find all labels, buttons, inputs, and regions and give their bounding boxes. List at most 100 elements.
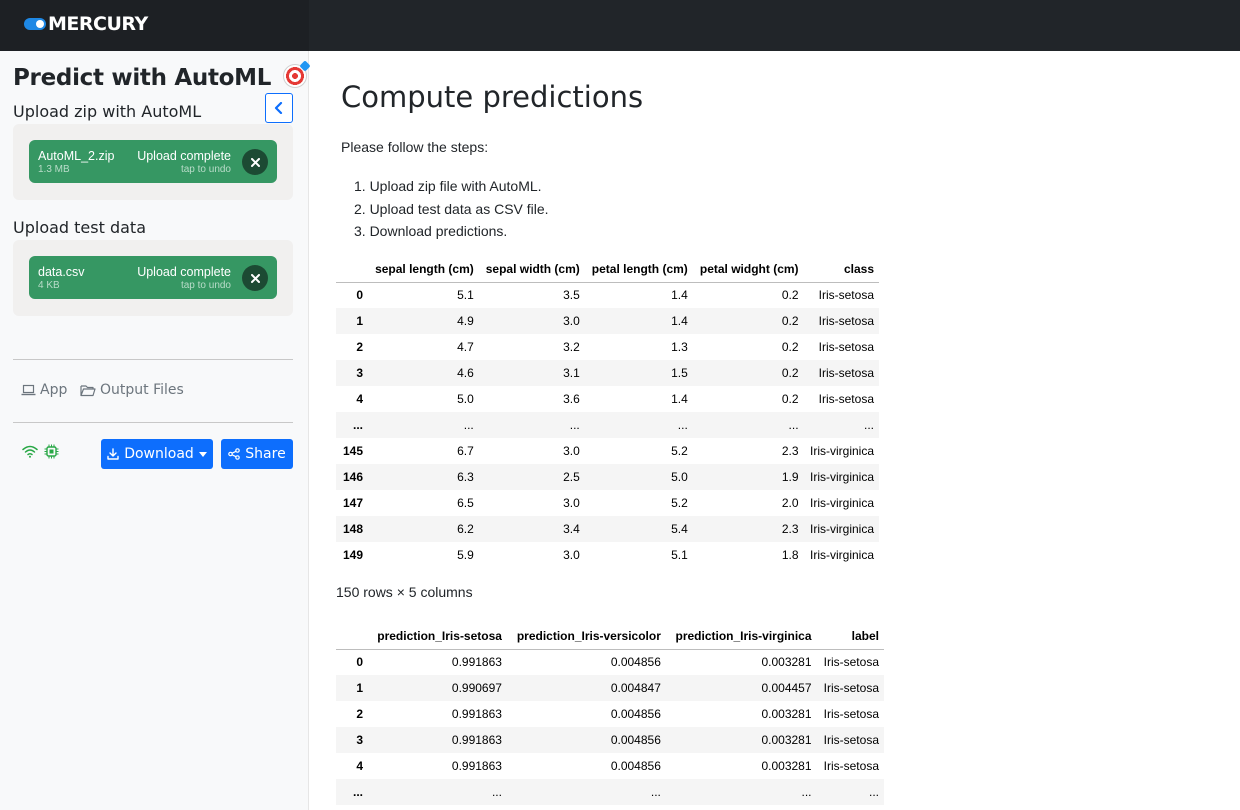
step-item: 2. Upload test data as CSV file. (354, 200, 549, 217)
table-cell: Iris-setosa (818, 340, 874, 354)
table-cell: ... (801, 785, 812, 799)
row-index: 1 (356, 681, 363, 695)
table-cell: 0.991863 (451, 707, 502, 721)
table-cell: 1.3 (671, 340, 688, 354)
row-index: 147 (342, 496, 363, 510)
upload-test-dropzone[interactable]: data.csv 4 KB Upload complete tap to und… (13, 240, 293, 316)
table-cell: 0.2 (781, 366, 799, 380)
table-cell: ... (788, 418, 799, 432)
table-header-row: sepal length (cm) sepal width (cm) petal… (336, 256, 879, 283)
cpu-icon (44, 444, 59, 459)
table-cell: Iris-setosa (823, 759, 879, 773)
upload-zip-dropzone[interactable]: AutoML_2.zip 1.3 MB Upload complete tap … (13, 124, 293, 200)
table-cell: Iris-setosa (823, 655, 879, 670)
upload-status: Upload complete (137, 265, 231, 279)
column-header (336, 256, 368, 283)
page-title: Compute predictions (341, 80, 644, 114)
table-cell: Iris-setosa (823, 733, 879, 747)
table-cell: 1.9 (781, 470, 799, 484)
table-cell: 0.004856 (610, 733, 661, 747)
top-navbar: MERCURY (0, 0, 1240, 51)
table-cell: 3.2 (563, 340, 580, 354)
table-cell: 0.990697 (451, 681, 502, 695)
table-cell: 0.2 (781, 314, 799, 328)
table-row: 4 5.0 3.6 1.4 0.2 Iris-setosa (336, 386, 879, 412)
table-cell: 4.9 (457, 314, 474, 328)
table-cell: 3.5 (563, 288, 580, 303)
row-index: 4 (356, 392, 363, 406)
collapse-sidebar-button[interactable] (265, 93, 293, 123)
output-files-label: Output Files (100, 382, 184, 398)
table-cell: 4.6 (457, 366, 474, 380)
table-cell: ... (863, 418, 874, 432)
brand-area: MERCURY (0, 0, 309, 51)
table-cell: Iris-virginica (809, 522, 874, 536)
share-button[interactable]: Share (221, 439, 293, 469)
table-cell: 0.003281 (761, 733, 812, 747)
table-cell: ... (650, 785, 661, 799)
brand[interactable]: MERCURY (24, 13, 148, 35)
table-row: 3 0.991863 0.004856 0.003281 Iris-setosa (336, 727, 884, 753)
table-cell: Iris-setosa (818, 314, 874, 328)
predictions-table: prediction_Iris-setosa prediction_Iris-v… (336, 623, 884, 805)
remove-file-button[interactable] (242, 149, 268, 175)
app-link[interactable]: App (21, 382, 67, 398)
table-shape-note: 150 rows × 5 columns (336, 584, 473, 600)
sidebar-title: Predict with AutoML (13, 64, 307, 91)
file-size: 4 KB (38, 280, 60, 291)
table-row: 1 0.990697 0.004847 0.004457 Iris-setosa (336, 675, 884, 701)
table-row: 147 6.5 3.0 5.2 2.0 Iris-virginica (336, 490, 879, 516)
table-cell: Iris-virginica (809, 496, 874, 510)
table-cell: 6.5 (457, 496, 474, 510)
column-header: label (816, 623, 884, 650)
table-cell: 6.7 (457, 444, 474, 458)
table-cell: Iris-setosa (818, 366, 874, 380)
table-cell: 5.1 (671, 548, 688, 562)
table-cell: 0.003281 (761, 759, 812, 773)
download-label: Download (124, 446, 194, 462)
row-index: 2 (356, 707, 363, 721)
column-header: prediction_Iris-setosa (368, 623, 507, 650)
steps-list: 1. Upload zip file with AutoML. 2. Uploa… (354, 175, 549, 243)
undo-hint[interactable]: tap to undo (181, 280, 231, 291)
target-icon (282, 64, 307, 88)
table-cell: Iris-virginica (809, 548, 874, 562)
column-header: prediction_Iris-virginica (665, 623, 817, 650)
brand-name: MERCURY (48, 13, 148, 35)
row-index: 1 (356, 314, 363, 328)
table-cell: 0.003281 (761, 655, 812, 670)
folder-icon (80, 384, 96, 396)
undo-hint[interactable]: tap to undo (181, 164, 231, 175)
file-size: 1.3 MB (38, 164, 70, 175)
upload-status: Upload complete (137, 149, 231, 163)
row-index: 146 (342, 470, 363, 484)
output-files-link[interactable]: Output Files (80, 382, 184, 398)
table-cell: 5.4 (671, 522, 688, 536)
table-cell: Iris-setosa (818, 288, 874, 303)
table-row: 3 4.6 3.1 1.5 0.2 Iris-setosa (336, 360, 879, 386)
table-row: ............... (336, 779, 884, 805)
upload-zip-label: Upload zip with AutoML (13, 102, 202, 121)
table-cell: ... (569, 418, 580, 432)
column-header: class (803, 256, 879, 283)
table-cell: 5.1 (457, 288, 474, 303)
table-cell: Iris-virginica (809, 470, 874, 484)
table-cell: ... (491, 785, 502, 799)
laptop-icon (21, 384, 36, 396)
main-content: Compute predictions Please follow the st… (310, 51, 1240, 810)
row-index: 149 (342, 548, 363, 562)
table-cell: 2.5 (563, 470, 580, 484)
remove-file-button[interactable] (242, 265, 268, 291)
intro-text: Please follow the steps: (341, 139, 489, 155)
table-cell: ... (677, 418, 688, 432)
table-cell: 6.3 (457, 470, 474, 484)
wifi-icon (22, 445, 38, 458)
sidebar-title-text: Predict with AutoML (13, 65, 272, 91)
row-index: 148 (342, 522, 363, 536)
table-cell: 0.004847 (610, 681, 661, 695)
row-index: 2 (356, 340, 363, 354)
download-button[interactable]: Download (101, 439, 213, 469)
sidebar: Predict with AutoML Upload zip with Auto… (0, 51, 309, 810)
close-icon (250, 157, 260, 167)
table-cell: 0.991863 (451, 733, 502, 747)
